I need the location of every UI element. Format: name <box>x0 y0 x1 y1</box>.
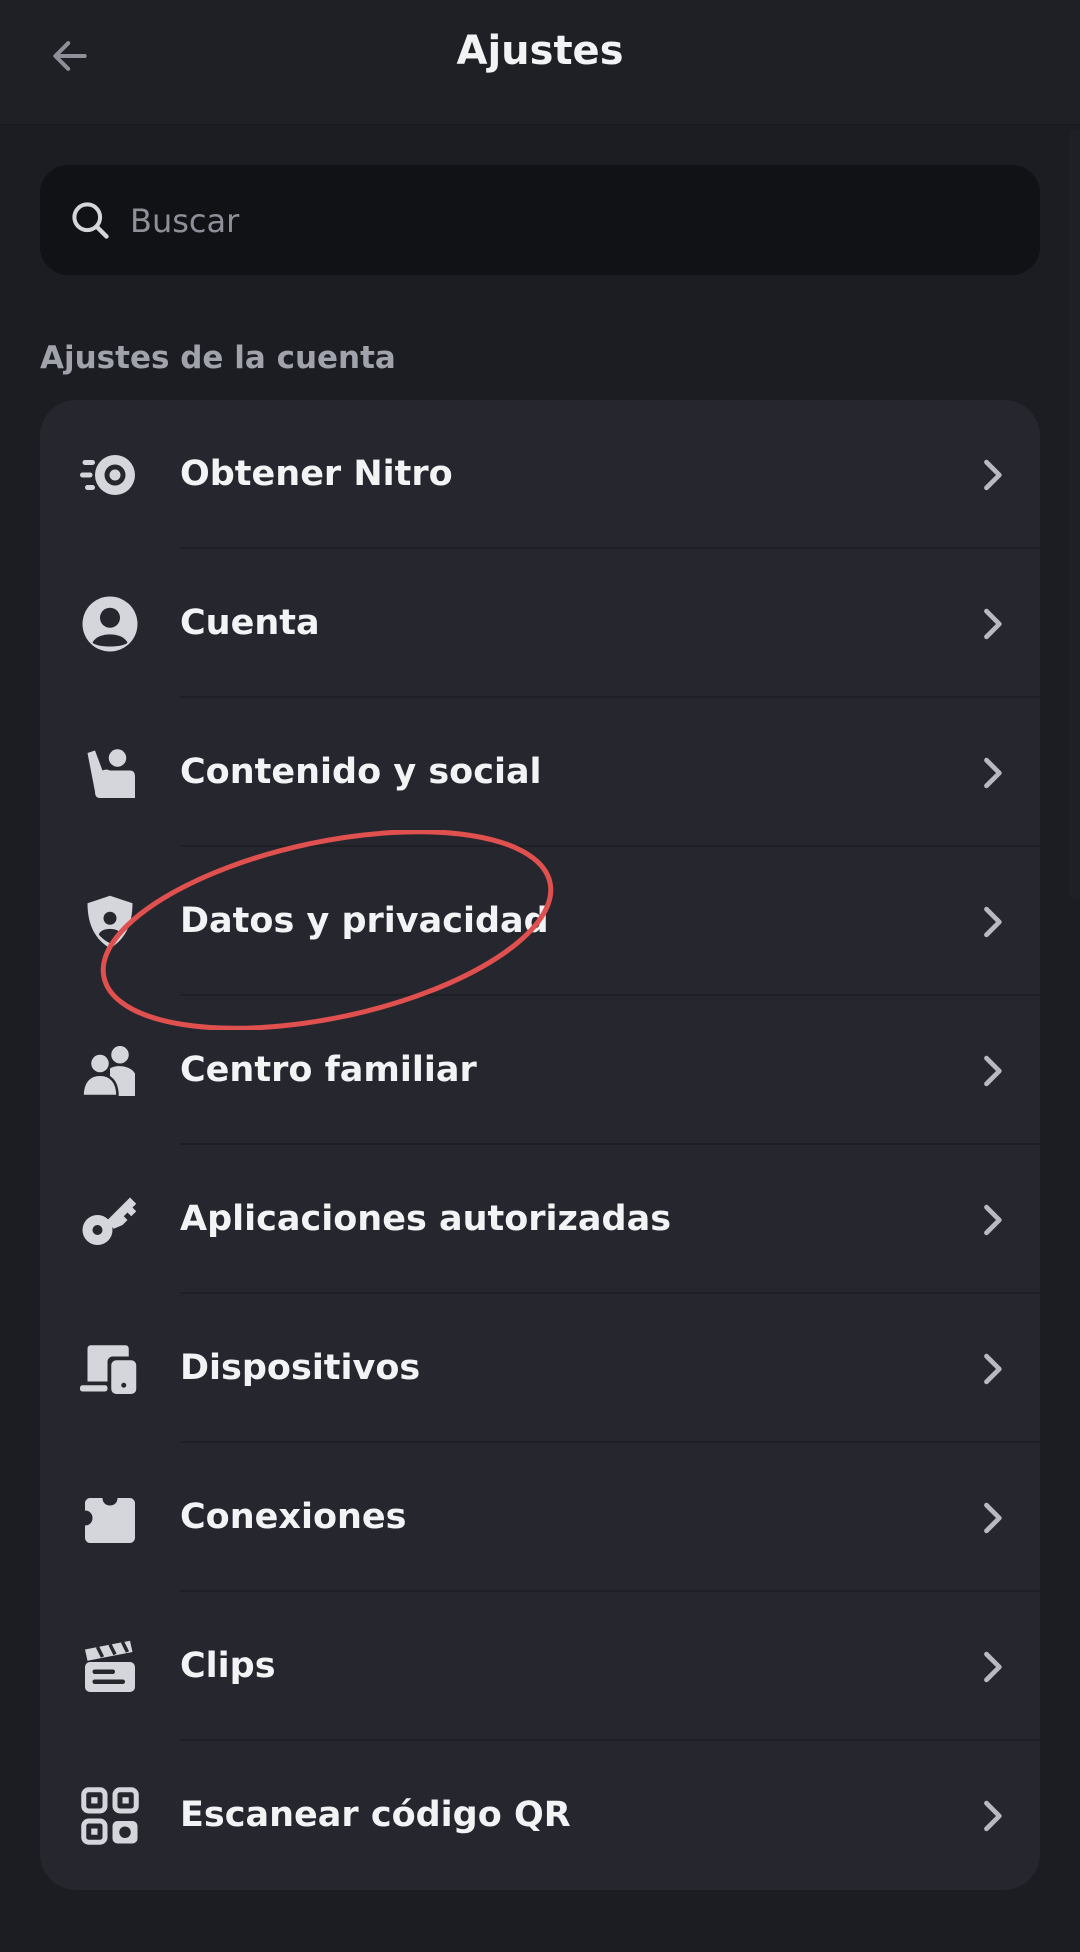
chevron-right-icon <box>984 906 1002 938</box>
settings-item-label: Aplicaciones autorizadas <box>180 1199 672 1239</box>
settings-item-label: Clips <box>180 1646 276 1686</box>
chevron-right-icon <box>984 459 1002 491</box>
settings-item-label: Escanear código QR <box>180 1795 571 1835</box>
qr-code-icon <box>80 1786 140 1846</box>
section-label: Ajustes de la cuenta <box>40 340 396 376</box>
chevron-right-icon <box>984 608 1002 640</box>
search-bar[interactable] <box>40 165 1040 277</box>
chevron-right-icon <box>984 757 1002 789</box>
chevron-right-icon <box>984 1055 1002 1087</box>
waving-person-icon <box>80 743 140 803</box>
key-icon <box>80 1190 140 1250</box>
settings-item-nitro[interactable]: Obtener Nitro <box>40 400 1040 549</box>
settings-item-label: Centro familiar <box>180 1050 477 1090</box>
settings-item-content-social[interactable]: Contenido y social <box>40 698 1040 847</box>
settings-item-label: Cuenta <box>180 603 320 643</box>
settings-item-scan-qr[interactable]: Escanear código QR <box>40 1741 1040 1890</box>
chevron-right-icon <box>984 1651 1002 1683</box>
settings-item-connections[interactable]: Conexiones <box>40 1443 1040 1592</box>
settings-item-label: Datos y privacidad <box>180 901 549 941</box>
search-input[interactable] <box>128 165 1012 277</box>
chevron-right-icon <box>984 1502 1002 1534</box>
settings-item-label: Contenido y social <box>180 752 542 792</box>
settings-item-data-privacy[interactable]: Datos y privacidad <box>40 847 1040 996</box>
chevron-right-icon <box>984 1204 1002 1236</box>
page-title: Ajustes <box>456 28 624 74</box>
settings-item-authorized-apps[interactable]: Aplicaciones autorizadas <box>40 1145 1040 1294</box>
settings-item-devices[interactable]: Dispositivos <box>40 1294 1040 1443</box>
settings-list: Obtener Nitro Cuenta Contenido y social <box>40 400 1040 1890</box>
scrollbar[interactable] <box>1070 130 1080 900</box>
nitro-icon <box>80 445 140 505</box>
search-icon <box>72 202 109 239</box>
family-icon <box>80 1041 140 1101</box>
settings-item-label: Conexiones <box>180 1497 407 1537</box>
settings-item-account[interactable]: Cuenta <box>40 549 1040 698</box>
devices-icon <box>80 1339 140 1399</box>
puzzle-icon <box>80 1488 140 1548</box>
top-bar: Ajustes <box>0 0 1080 126</box>
back-button[interactable] <box>40 26 100 86</box>
shield-icon <box>80 892 140 952</box>
chevron-right-icon <box>984 1800 1002 1832</box>
settings-item-family-center[interactable]: Centro familiar <box>40 996 1040 1145</box>
settings-item-label: Obtener Nitro <box>180 454 453 494</box>
settings-item-clips[interactable]: Clips <box>40 1592 1040 1741</box>
account-icon <box>80 594 140 654</box>
chevron-right-icon <box>984 1353 1002 1385</box>
clapperboard-icon <box>80 1637 140 1697</box>
arrow-left-icon <box>53 41 87 71</box>
settings-item-label: Dispositivos <box>180 1348 421 1388</box>
